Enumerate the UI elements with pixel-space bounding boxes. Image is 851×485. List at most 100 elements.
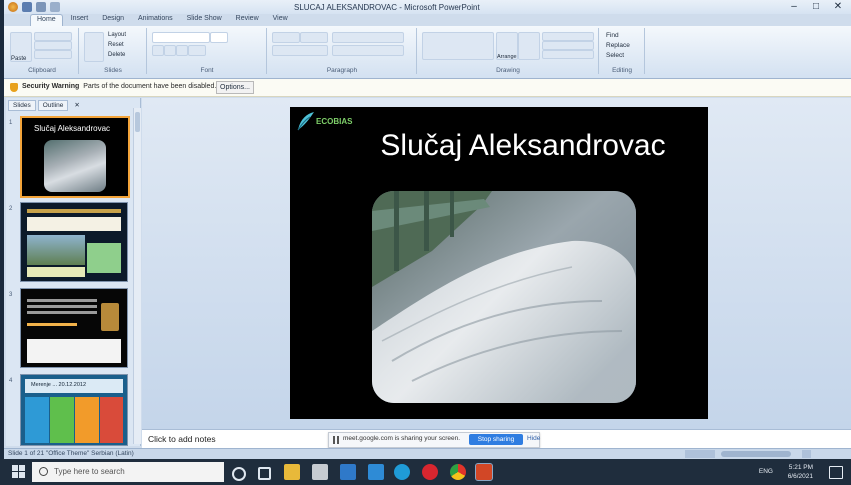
keyboard-language[interactable]: ENG	[759, 467, 773, 476]
shape-effects-button[interactable]	[542, 50, 594, 59]
windows-start-icon[interactable]	[12, 465, 26, 479]
edge-icon[interactable]	[394, 464, 410, 480]
slide-thumbnail-4[interactable]: Merenje ... 20.12.2012	[20, 374, 128, 446]
tab-animations[interactable]: Animations	[132, 14, 179, 26]
format-painter-button[interactable]	[34, 50, 72, 59]
security-warning-label: Security Warning	[22, 83, 80, 90]
bullets-button[interactable]	[272, 32, 300, 43]
undo-icon[interactable]	[36, 2, 46, 12]
reset-button[interactable]: Reset	[108, 42, 124, 48]
powerpoint-taskbar-icon[interactable]	[475, 463, 493, 481]
editing-group: Find Replace Select Editing	[600, 28, 645, 74]
copy-button[interactable]	[34, 41, 72, 50]
notification-icon[interactable]	[829, 466, 843, 479]
status-text: Slide 1 of 21 "Office Theme" Serbian (La…	[8, 450, 134, 457]
numbering-button[interactable]	[300, 32, 328, 43]
close-pane-icon[interactable]: ✕	[70, 100, 83, 111]
drawing-group: Arrange Drawing	[418, 28, 599, 74]
font-group: Font	[148, 28, 267, 74]
tab-review[interactable]: Review	[230, 14, 265, 26]
tab-outline[interactable]: Outline	[37, 100, 69, 111]
taskbar-search-box[interactable]: Type here to search	[32, 462, 224, 482]
redo-icon[interactable]	[50, 2, 60, 12]
powerpoint-window: SLUCAJ ALEKSANDROVAC - Microsoft PowerPo…	[4, 0, 851, 460]
new-slide-button[interactable]	[84, 32, 104, 62]
select-button[interactable]: Select	[606, 52, 624, 59]
bold-button[interactable]	[152, 45, 164, 56]
slide-thumbnail-1[interactable]: Slučaj Aleksandrovac	[20, 116, 130, 198]
hide-button[interactable]: Hide	[527, 435, 540, 442]
font-name-box[interactable]	[152, 32, 210, 43]
security-warning-bar: Security Warning Parts of the document h…	[4, 79, 851, 97]
slides-group-label: Slides	[104, 67, 122, 74]
minimize-button[interactable]: –	[783, 0, 805, 14]
tab-insert[interactable]: Insert	[65, 14, 95, 26]
paste-button[interactable]: Paste	[10, 32, 32, 62]
save-icon[interactable]	[22, 2, 32, 12]
font-size-box[interactable]	[210, 32, 228, 43]
file-explorer-icon[interactable]	[284, 464, 300, 480]
tab-home[interactable]: Home	[30, 14, 63, 26]
current-slide[interactable]: ECOBIAS Slučaj Aleksandrovac	[290, 107, 708, 419]
clipboard-group-label: Clipboard	[28, 67, 56, 74]
underline-button[interactable]	[176, 45, 188, 56]
find-button[interactable]: Find	[606, 32, 619, 39]
shield-icon	[10, 83, 18, 92]
cortana-icon[interactable]	[232, 467, 246, 481]
photos-icon[interactable]	[368, 464, 384, 480]
zoom-slider[interactable]	[721, 451, 791, 457]
store-icon[interactable]	[312, 464, 328, 480]
shapes-gallery[interactable]	[422, 32, 494, 60]
view-buttons[interactable]	[685, 450, 715, 458]
taskbar: Type here to search ENG 5:21 PM 6/6/2021	[0, 459, 851, 485]
stop-sharing-button[interactable]: Stop sharing	[469, 434, 523, 445]
align-text-button[interactable]	[272, 45, 328, 56]
quick-styles-button[interactable]	[518, 32, 540, 60]
paragraph-group: Paragraph	[268, 28, 417, 74]
convert-smartart-button[interactable]	[332, 45, 404, 56]
paragraph-group-label: Paragraph	[326, 67, 358, 74]
replace-button[interactable]: Replace	[606, 42, 630, 49]
dead-fish-photo[interactable]	[372, 191, 636, 403]
slides-pane-scrollbar[interactable]	[133, 108, 141, 444]
opera-icon[interactable]	[422, 464, 438, 480]
cut-button[interactable]	[34, 32, 72, 41]
shape-outline-button[interactable]	[542, 41, 594, 50]
arrange-button[interactable]: Arrange	[496, 32, 518, 60]
layout-button[interactable]: Layout	[108, 32, 126, 38]
close-button[interactable]: ✕	[827, 0, 849, 14]
delete-button[interactable]: Delete	[108, 52, 125, 58]
slide-thumbnail-2[interactable]	[20, 202, 128, 282]
task-view-icon[interactable]	[258, 467, 271, 480]
window-title: SLUCAJ ALEKSANDROVAC - Microsoft PowerPo…	[294, 3, 480, 12]
shape-fill-button[interactable]	[542, 32, 594, 41]
clock-date[interactable]: 6/6/2021	[788, 472, 813, 481]
fit-slide-icon[interactable]	[802, 450, 811, 458]
drawing-group-label: Drawing	[496, 67, 520, 74]
maximize-button[interactable]: □	[805, 0, 827, 14]
chrome-icon[interactable]	[450, 464, 466, 480]
tab-view[interactable]: View	[267, 14, 294, 26]
pause-icon	[333, 436, 339, 444]
mail-icon[interactable]	[340, 464, 356, 480]
ribbon-tabs: Home Insert Design Animations Slide Show…	[4, 14, 851, 26]
font-color-button[interactable]	[188, 45, 206, 56]
title-bar: SLUCAJ ALEKSANDROVAC - Microsoft PowerPo…	[4, 0, 851, 14]
notes-placeholder[interactable]: Click to add notes	[148, 434, 216, 444]
thumbnail-number: 2	[9, 206, 13, 212]
thumbnail-title: Slučaj Aleksandrovac	[34, 124, 111, 133]
tab-slides[interactable]: Slides	[8, 100, 36, 111]
tab-slide-show[interactable]: Slide Show	[181, 14, 228, 26]
thumbnail-title: Merenje ... 20.12.2012	[31, 382, 87, 388]
clock-time[interactable]: 5:21 PM	[788, 463, 813, 472]
options-button[interactable]: Options...	[216, 81, 254, 94]
text-direction-button[interactable]	[332, 32, 404, 43]
tab-design[interactable]: Design	[96, 14, 130, 26]
slide-editing-area: ECOBIAS Slučaj Aleksandrovac	[142, 98, 851, 429]
share-message: meet.google.com is sharing your screen.	[343, 435, 461, 442]
slide-thumbnail-3[interactable]	[20, 288, 128, 368]
security-warning-message: Parts of the document have been disabled…	[83, 83, 217, 90]
office-button-icon[interactable]	[8, 2, 18, 12]
slide-title[interactable]: Slučaj Aleksandrovac	[338, 129, 708, 163]
italic-button[interactable]	[164, 45, 176, 56]
